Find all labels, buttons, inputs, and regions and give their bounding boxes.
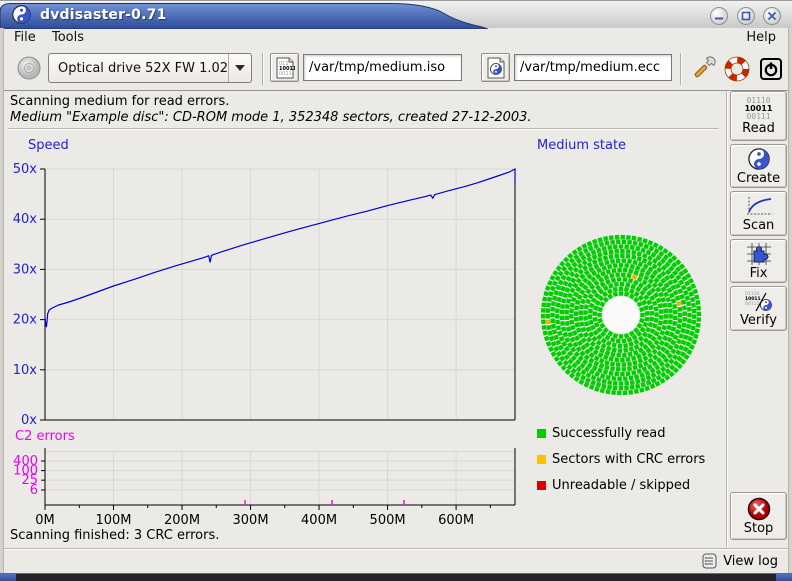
svg-text:0x: 0x — [21, 413, 37, 424]
verify-icon: 01110 10011 00111 — [744, 289, 774, 313]
menubar: File Tools Help — [4, 28, 788, 48]
sidebar-button-create[interactable]: Create — [730, 144, 787, 188]
view-log-label: View log — [723, 554, 778, 569]
help-button[interactable] — [722, 54, 752, 84]
iso-image-button[interactable]: 011 10011 00111 — [270, 53, 299, 82]
scan-curve-icon — [745, 194, 773, 218]
svg-text:400M: 400M — [301, 513, 337, 528]
stop-icon — [747, 497, 771, 521]
minimize-button[interactable] — [710, 7, 728, 25]
svg-text:40x: 40x — [13, 212, 38, 227]
legend-swatch-red — [537, 481, 546, 490]
quit-button[interactable] — [756, 54, 786, 84]
toolbar-separator — [680, 53, 682, 85]
svg-text:0M: 0M — [35, 513, 55, 528]
window-border-right — [788, 28, 792, 573]
stop-button[interactable]: Stop — [730, 492, 787, 540]
iso-path-input[interactable] — [303, 54, 462, 81]
read-button-label: Read — [742, 121, 775, 136]
lifesaver-icon — [724, 56, 750, 82]
sidebar-button-fix[interactable]: Fix — [730, 239, 787, 283]
binary-file-icon: 011 10011 00111 — [275, 57, 295, 79]
statusbar: View log — [4, 548, 788, 573]
eject-drive-button[interactable] — [14, 53, 44, 83]
create-button-label: Create — [737, 171, 780, 186]
status-line-action: Scanning medium for read errors. — [10, 94, 229, 109]
window-border-bottom — [0, 573, 792, 581]
puzzle-piece-icon — [746, 242, 772, 266]
ecc-file-yinyang-icon — [486, 57, 506, 79]
c2-chart-title: C2 errors — [15, 429, 75, 444]
sidebar-separator — [726, 91, 728, 547]
status-line-medium: Medium "Example disc": CD-ROM mode 1, 35… — [10, 110, 532, 125]
log-icon — [702, 553, 718, 569]
sidebar-button-read[interactable]: 011101001100111 Read — [730, 91, 787, 141]
app-logo-yinyang-icon — [12, 5, 31, 28]
drive-selector[interactable]: Optical drive 52X FW 1.02 — [48, 53, 252, 83]
svg-text:10x: 10x — [13, 363, 38, 378]
fix-button-label: Fix — [750, 266, 768, 281]
scan-button-label: Scan — [743, 218, 775, 233]
speed-chart: 0x 10x 20x 30x 40x 50x — [8, 152, 520, 424]
sidebar-button-verify[interactable]: 01110 10011 00111 Verify — [730, 286, 787, 331]
app-window: dvdisaster-0.71 File Tools Help Optica — [0, 0, 792, 581]
binary-rows-icon: 011101001100111 — [745, 97, 773, 121]
svg-text:400: 400 — [13, 454, 38, 469]
drive-selector-value: Optical drive 52X FW 1.02 — [49, 61, 228, 76]
c2-errors-chart: 6251004000M100M200M300M400M500M600M — [8, 446, 520, 530]
svg-text:500M: 500M — [370, 513, 406, 528]
menu-tools[interactable]: Tools — [48, 30, 88, 45]
legend-item-success: Successfully read — [537, 426, 665, 441]
menu-file[interactable]: File — [10, 30, 40, 45]
close-button[interactable] — [763, 7, 781, 25]
toolbar-separator — [262, 53, 264, 85]
chevron-down-icon — [228, 54, 251, 82]
menu-help[interactable]: Help — [742, 30, 780, 45]
cd-icon — [16, 55, 42, 81]
svg-text:100M: 100M — [95, 513, 131, 528]
svg-text:300M: 300M — [233, 513, 269, 528]
scan-result-text: Scanning finished: 3 CRC errors. — [10, 528, 219, 543]
speed-chart-title: Speed — [28, 138, 69, 153]
svg-text:00111: 00111 — [279, 71, 295, 77]
window-border-left — [0, 28, 4, 573]
maximize-button[interactable] — [737, 7, 755, 25]
toolbar: Optical drive 52X FW 1.02 011 10011 0011… — [4, 48, 788, 91]
verify-button-label: Verify — [740, 313, 777, 328]
window-title: dvdisaster-0.71 — [40, 7, 167, 23]
medium-state-disc — [535, 229, 707, 401]
svg-text:30x: 30x — [13, 262, 38, 277]
svg-text:200M: 200M — [164, 513, 200, 528]
svg-text:20x: 20x — [13, 313, 38, 328]
svg-text:50x: 50x — [13, 162, 38, 177]
ecc-path-input[interactable] — [514, 54, 672, 81]
view-log-button[interactable]: View log — [702, 553, 778, 569]
heading-separator — [8, 128, 719, 130]
legend-item-unreadable: Unreadable / skipped — [537, 478, 690, 493]
svg-text:00111: 00111 — [745, 301, 759, 307]
legend-item-crc: Sectors with CRC errors — [537, 452, 705, 467]
medium-state-title: Medium state — [537, 138, 626, 153]
legend-swatch-orange — [537, 455, 546, 464]
ecc-file-button[interactable] — [481, 53, 510, 82]
legend-swatch-green — [537, 429, 546, 438]
legend-label: Unreadable / skipped — [552, 478, 690, 493]
power-icon — [758, 56, 784, 82]
wrench-icon — [690, 56, 716, 82]
legend-label: Sectors with CRC errors — [552, 452, 705, 467]
preferences-button[interactable] — [688, 54, 718, 84]
legend-label: Successfully read — [552, 426, 665, 441]
yinyang-icon — [748, 147, 770, 171]
svg-text:600M: 600M — [438, 513, 474, 528]
titlebar[interactable]: dvdisaster-0.71 — [0, 0, 792, 28]
stop-button-label: Stop — [744, 521, 774, 536]
sidebar-button-scan[interactable]: Scan — [730, 191, 787, 236]
